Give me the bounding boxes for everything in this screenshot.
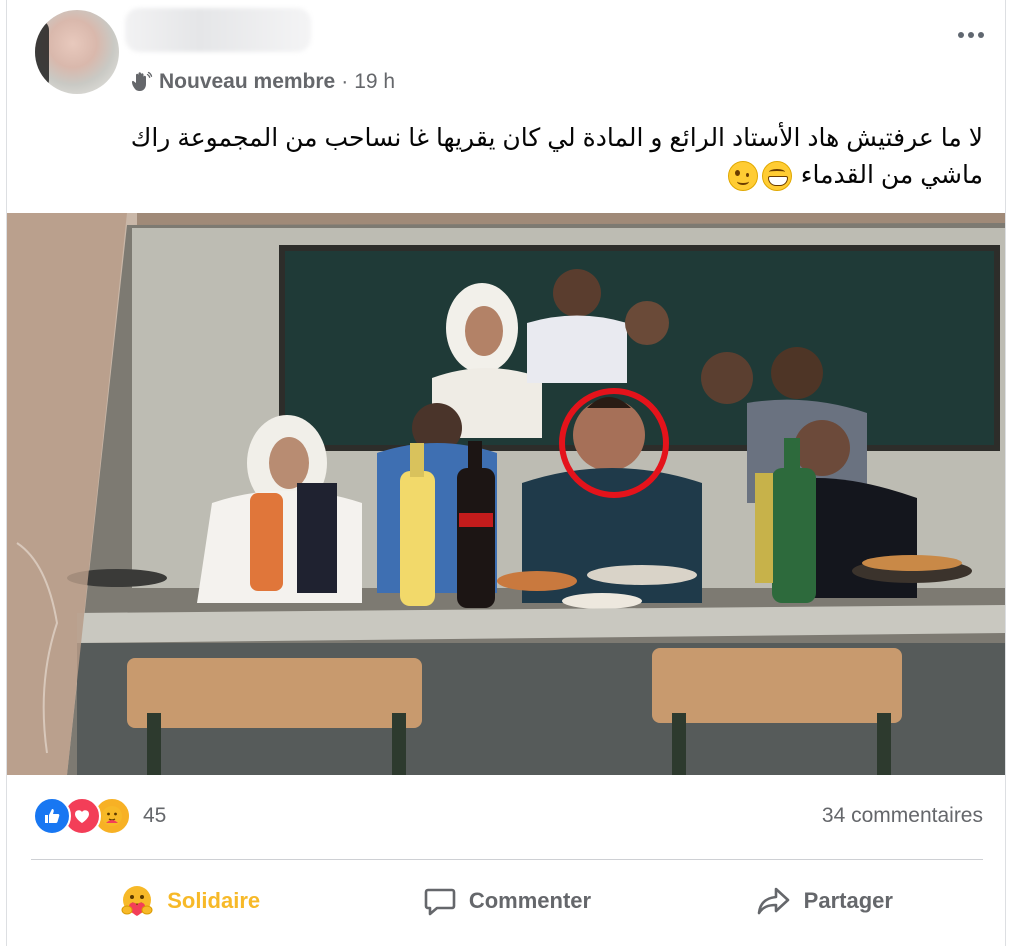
care-icon — [121, 886, 153, 916]
react-button[interactable]: Solidaire — [31, 868, 348, 934]
reaction-summary[interactable]: 45 — [33, 796, 166, 836]
reactions-count[interactable]: 45 — [143, 804, 166, 828]
post-text: لا ما عرفتيش هاد الأستاد الرائع و المادة… — [43, 120, 983, 194]
grin-emoji-icon — [761, 161, 792, 192]
share-button[interactable]: Partager — [666, 868, 983, 934]
wave-hand-icon — [132, 71, 153, 91]
like-icon — [33, 797, 71, 835]
post-meta: Nouveau membre · 19 h — [129, 68, 395, 96]
comments-count[interactable]: 34 commentaires — [822, 804, 983, 828]
share-button-label: Partager — [803, 888, 893, 913]
post-text-line-1: لا ما عرفتيش هاد الأستاد الرائع و المادة… — [130, 124, 983, 152]
action-bar: Solidaire Commenter Partager — [31, 868, 983, 934]
post-card: Nouveau membre · 19 h لا ما عرفتيش هاد ا… — [6, 0, 1006, 946]
divider — [31, 859, 983, 860]
post-photo[interactable] — [7, 213, 1005, 775]
share-icon — [757, 887, 789, 915]
react-button-label: Solidaire — [167, 888, 261, 913]
new-member-badge[interactable]: Nouveau membre — [159, 70, 335, 94]
comment-icon — [424, 888, 456, 916]
author-name-blurred[interactable] — [125, 8, 311, 52]
author-avatar[interactable] — [35, 10, 119, 94]
comment-button-label: Commenter — [468, 888, 592, 913]
post-text-line-2: ماشي من القدماء — [800, 161, 983, 189]
meta-separator: · — [341, 70, 349, 93]
comment-button[interactable]: Commenter — [348, 868, 665, 934]
more-options-icon[interactable] — [951, 20, 991, 50]
wink-emoji-icon — [727, 161, 758, 192]
post-time[interactable]: 19 h — [354, 70, 395, 94]
post-text-line-2-wrap: ماشي من القدماء — [43, 157, 983, 194]
